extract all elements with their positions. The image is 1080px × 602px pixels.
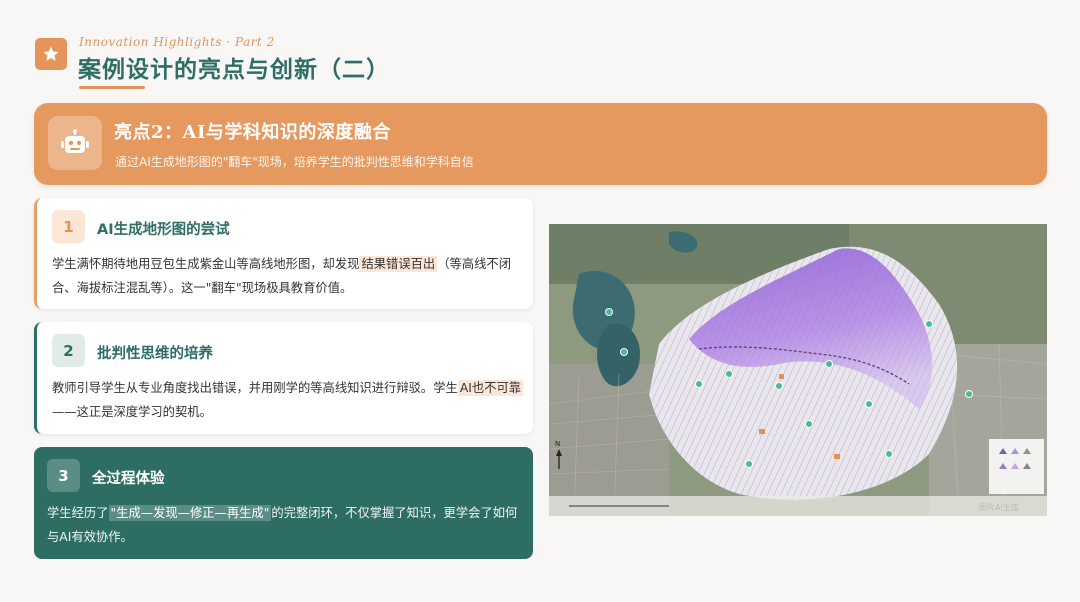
body-highlight: 结果错误百出 — [359, 256, 438, 272]
body-text: ——这正是深度学习的契机。 — [52, 405, 212, 419]
card-body: 学生经历了 "生成—发现—修正—再生成" 的完整闭环，不仅掌握了知识，更学会了如何与… — [47, 501, 527, 549]
card-title: 批判性思维的培养 — [97, 346, 213, 362]
highlight-card-2: 2 批判性思维的培养 教师引导学生从专业角度找出错误，并用刚学的等高线知识进行辩… — [34, 322, 533, 434]
body-highlight: AI也不可靠 — [457, 380, 524, 396]
body-text: 学生满怀期待地用豆包生成紫金山等高线地形图，却发现 — [52, 257, 360, 271]
map-watermark: 图片AI生成 — [979, 502, 1019, 512]
card-title: 全过程体验 — [92, 471, 165, 487]
banner-title: 亮点2：AI与学科知识的深度融合 — [114, 122, 391, 143]
topographic-map-image: N 图片AI生成 — [549, 224, 1047, 516]
body-text: 教师引导学生从专业角度找出错误，并用刚学的等高线知识进行辩驳。学生 — [52, 381, 458, 395]
card-title: AI生成地形图的尝试 — [97, 222, 230, 238]
card-number: 2 — [52, 334, 85, 367]
banner-icon-box — [48, 116, 102, 170]
card-number: 3 — [47, 459, 80, 492]
page-title: 案例设计的亮点与创新（二） — [78, 56, 390, 83]
banner-subtitle: 通过AI生成地形图的"翻车"现场，培养学生的批判性思维和学科自信 — [115, 155, 474, 169]
highlight-banner: 亮点2：AI与学科知识的深度融合 通过AI生成地形图的"翻车"现场，培养学生的批… — [34, 103, 1047, 185]
eyebrow-label: Innovation Highlights · Part 2 — [79, 35, 275, 49]
highlight-card-3: 3 全过程体验 学生经历了 "生成—发现—修正—再生成" 的完整闭环，不仅掌握了知识… — [34, 447, 533, 559]
north-label: N — [555, 440, 560, 448]
highlight-card-1: 1 AI生成地形图的尝试 学生满怀期待地用豆包生成紫金山等高线地形图，却发现 结果… — [34, 198, 533, 309]
star-badge — [35, 38, 67, 70]
card-body: 教师引导学生从专业角度找出错误，并用刚学的等高线知识进行辩驳。学生 AI也不可靠 —… — [52, 376, 530, 424]
body-text: 学生经历了 — [47, 506, 109, 520]
star-icon — [43, 46, 59, 61]
robot-icon — [61, 129, 89, 153]
title-underline — [79, 86, 145, 89]
card-number: 1 — [52, 210, 85, 243]
body-highlight: "生成—发现—修正—再生成" — [108, 505, 272, 521]
card-body: 学生满怀期待地用豆包生成紫金山等高线地形图，却发现 结果错误百出 （等高线不闭合、海… — [52, 252, 530, 300]
